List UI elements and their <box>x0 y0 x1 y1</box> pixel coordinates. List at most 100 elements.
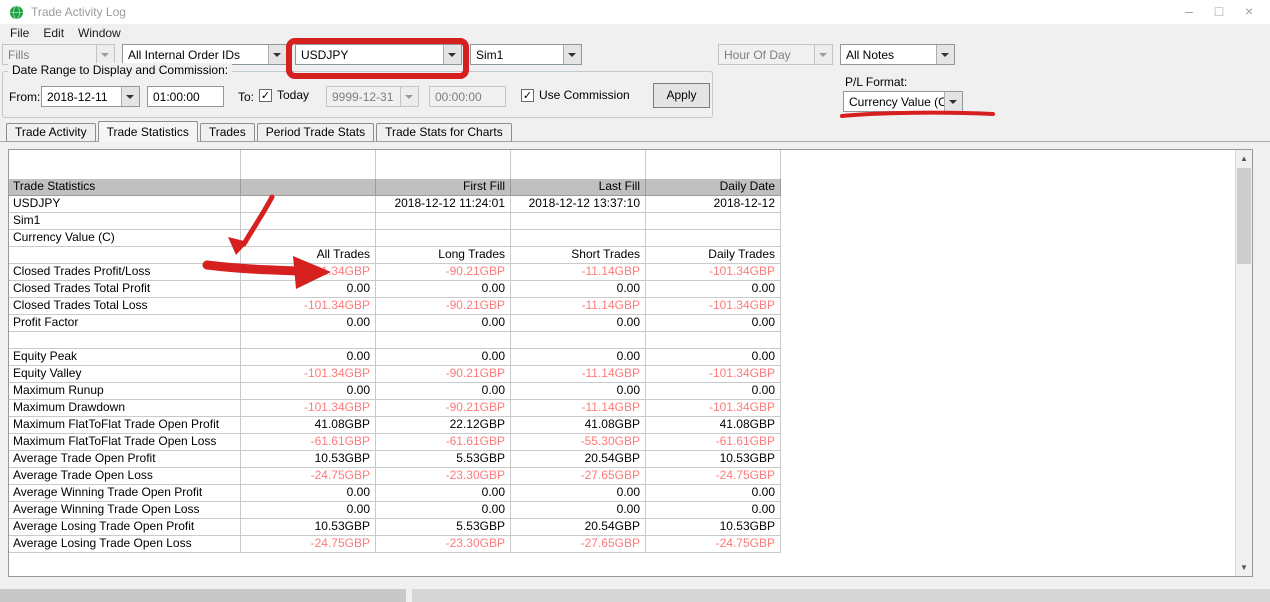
cell-value: All Trades <box>241 247 376 264</box>
checkbox-check-icon[interactable]: ✓ <box>259 88 272 102</box>
symbol-combo[interactable]: USDJPY <box>295 44 462 65</box>
order-ids-combo[interactable]: All Internal Order IDs <box>122 44 287 65</box>
table-row[interactable]: Maximum FlatToFlat Trade Open Profit 41.0… <box>9 417 1235 434</box>
table-row[interactable] <box>9 332 1235 349</box>
dropdown-arrow-icon[interactable] <box>96 45 114 64</box>
to-time-field[interactable]: 00:00:00 <box>429 86 506 107</box>
fills-combo[interactable]: Fills <box>2 44 115 65</box>
row-label: Average Losing Trade Open Loss <box>9 536 241 553</box>
cell-value: 2018-12-12 11:24:01 <box>376 196 511 213</box>
table-row[interactable]: Maximum FlatToFlat Trade Open Loss -61.61… <box>9 434 1235 451</box>
window-title: Trade Activity Log <box>31 5 126 19</box>
cell-value: 0.00 <box>376 485 511 502</box>
use-commission-label: Use Commission <box>539 88 630 102</box>
cell-value <box>376 332 511 349</box>
cell-value <box>511 150 646 179</box>
tab-trade-activity[interactable]: Trade Activity <box>6 123 96 142</box>
table-row[interactable]: All Trades Long Trades Short Trades Daily T… <box>9 247 1235 264</box>
today-checkbox[interactable]: ✓ Today <box>259 88 309 102</box>
table-row[interactable]: Average Winning Trade Open Profit 0.00 0.0… <box>9 485 1235 502</box>
cell-value: -61.61GBP <box>241 434 376 451</box>
filler-cell <box>781 383 1235 400</box>
notes-combo[interactable]: All Notes <box>840 44 955 65</box>
table-row[interactable]: Equity Valley -101.34GBP -90.21GBP -11.14GB… <box>9 366 1235 383</box>
dropdown-arrow-icon[interactable] <box>121 87 139 106</box>
filler-cell <box>781 519 1235 536</box>
cell-value: 0.00 <box>241 383 376 400</box>
row-label: Maximum FlatToFlat Trade Open Loss <box>9 434 241 451</box>
minimize-icon[interactable]: – <box>1174 0 1204 24</box>
dropdown-arrow-icon[interactable] <box>400 87 418 106</box>
filler-cell <box>781 332 1235 349</box>
dropdown-arrow-icon[interactable] <box>268 45 286 64</box>
filler-cell <box>781 179 1235 196</box>
cell-value: -27.65GBP <box>511 536 646 553</box>
vertical-scrollbar[interactable]: ▲ ▼ <box>1235 150 1252 576</box>
scroll-down-icon[interactable]: ▼ <box>1236 559 1252 576</box>
row-label: Average Winning Trade Open Profit <box>9 485 241 502</box>
to-date-combo[interactable]: 9999-12-31 <box>326 86 419 107</box>
cell-value: Short Trades <box>511 247 646 264</box>
checkbox-check-icon[interactable]: ✓ <box>521 88 534 102</box>
tab-trade-statistics[interactable]: Trade Statistics <box>97 121 198 142</box>
filler-cell <box>781 298 1235 315</box>
menu-edit[interactable]: Edit <box>36 24 71 43</box>
cell-value <box>511 230 646 247</box>
table-header-row[interactable]: Trade Statistics First Fill Last Fill Daily… <box>9 179 1235 196</box>
table-row[interactable]: Average Trade Open Loss -24.75GBP -23.30GB… <box>9 468 1235 485</box>
hour-of-day-combo-value: Hour Of Day <box>724 48 791 62</box>
tab-trades[interactable]: Trades <box>199 123 255 142</box>
table-row[interactable]: Maximum Drawdown -101.34GBP -90.21GBP -11.1… <box>9 400 1235 417</box>
hour-of-day-combo[interactable]: Hour Of Day <box>718 44 833 65</box>
table-row[interactable]: Equity Peak 0.00 0.00 0.00 0.00 <box>9 349 1235 366</box>
filler-cell <box>781 536 1235 553</box>
order-ids-combo-value: All Internal Order IDs <box>128 48 241 62</box>
cell-value: -101.34GBP <box>646 366 781 383</box>
filler-cell <box>781 213 1235 230</box>
dropdown-arrow-icon[interactable] <box>944 92 962 111</box>
table-row[interactable]: Closed Trades Profit/Loss -101.34GBP -90.2… <box>9 264 1235 281</box>
table-row[interactable]: Profit Factor 0.00 0.00 0.00 0.00 <box>9 315 1235 332</box>
menu-window[interactable]: Window <box>71 24 128 43</box>
cell-value: 20.54GBP <box>511 519 646 536</box>
from-time-field[interactable]: 01:00:00 <box>147 86 224 107</box>
table-row[interactable]: USDJPY 2018-12-12 11:24:01 2018-12-12 13:3… <box>9 196 1235 213</box>
pl-format-combo[interactable]: Currency Value (C) <box>843 91 963 112</box>
row-label <box>9 247 241 264</box>
dropdown-arrow-icon[interactable] <box>563 45 581 64</box>
table-row[interactable]: Average Losing Trade Open Loss -24.75GBP -… <box>9 536 1235 553</box>
bottom-scrollbar-right[interactable] <box>412 589 1270 602</box>
table-row[interactable]: Sim1 <box>9 213 1235 230</box>
cell-value <box>646 150 781 179</box>
close-icon[interactable]: × <box>1234 0 1264 24</box>
table-viewport: Trade Statistics First Fill Last Fill Daily… <box>8 149 1253 577</box>
cell-value: 0.00 <box>376 281 511 298</box>
bottom-scrollbar-left[interactable] <box>0 589 406 602</box>
dropdown-arrow-icon[interactable] <box>443 45 461 64</box>
table-row[interactable]: Maximum Runup 0.00 0.00 0.00 0.00 <box>9 383 1235 400</box>
cell-value <box>511 332 646 349</box>
dropdown-arrow-icon[interactable] <box>936 45 954 64</box>
table-row[interactable]: Average Losing Trade Open Profit 10.53GBP… <box>9 519 1235 536</box>
cell-value: Last Fill <box>511 179 646 196</box>
dropdown-arrow-icon[interactable] <box>814 45 832 64</box>
tab-trade-stats-for-charts[interactable]: Trade Stats for Charts <box>376 123 512 142</box>
scroll-up-icon[interactable]: ▲ <box>1236 150 1252 167</box>
from-date-combo[interactable]: 2018-12-11 <box>41 86 140 107</box>
account-combo[interactable]: Sim1 <box>470 44 582 65</box>
table-row[interactable]: Closed Trades Total Loss -101.34GBP -90.21… <box>9 298 1235 315</box>
scrollbar-thumb[interactable] <box>1237 168 1251 264</box>
cell-value: 2018-12-12 <box>646 196 781 213</box>
table-row[interactable]: Currency Value (C) <box>9 230 1235 247</box>
menu-file[interactable]: File <box>3 24 36 43</box>
use-commission-checkbox[interactable]: ✓ Use Commission <box>521 88 630 102</box>
table-row[interactable]: Average Winning Trade Open Loss 0.00 0.00 0… <box>9 502 1235 519</box>
cell-value: Long Trades <box>376 247 511 264</box>
apply-button[interactable]: Apply <box>653 83 710 108</box>
maximize-icon[interactable]: □ <box>1204 0 1234 24</box>
table-row[interactable]: Average Trade Open Profit 10.53GBP 5.53GBP… <box>9 451 1235 468</box>
tab-period-trade-stats[interactable]: Period Trade Stats <box>256 123 375 142</box>
table-row[interactable]: Closed Trades Total Profit 0.00 0.00 0.00 0.… <box>9 281 1235 298</box>
menu-bar: File Edit Window <box>0 24 1270 43</box>
cell-value: -101.34GBP <box>646 264 781 281</box>
